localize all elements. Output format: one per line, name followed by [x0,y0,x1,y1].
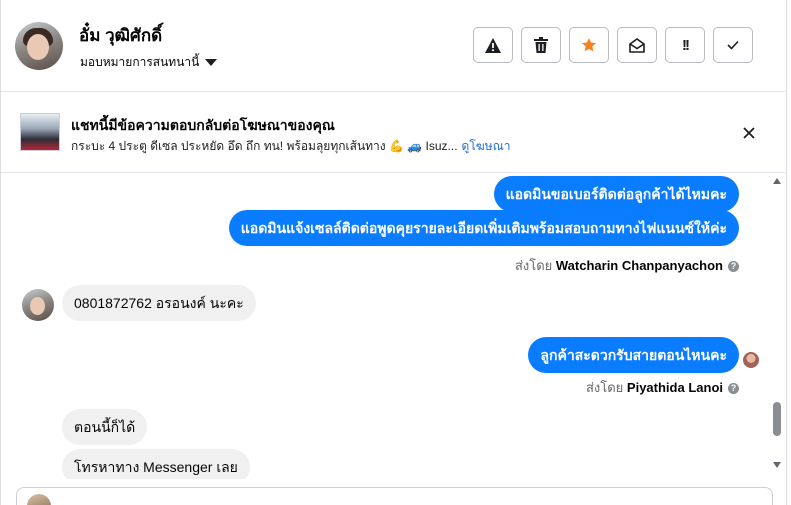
message-bubble-outgoing[interactable]: แอดมินแจ้งเซลล์ติดต่อพูดคุยรายละเอียดเพิ… [228,210,739,246]
sender-name: Watcharin Chanpanyachon [555,258,723,273]
sent-by-prefix: ส่งโดย [585,380,624,395]
scrollbar-thumb[interactable] [773,402,781,436]
thread-toolbar: !! [473,27,753,63]
thread-header: อั๋ม วุฒิศักดิ์ มอบหมายการสนทนานี้ !! [1,0,786,92]
star-icon [582,38,596,52]
delete-button[interactable] [521,27,561,63]
message-bubble-incoming[interactable]: โทรหาทาง Messenger เลย [62,449,250,479]
ad-banner-subtitle: กระบะ 4 ประตู ดีเซล ประหยัด อึด ถึก ทน! … [71,137,510,156]
help-icon[interactable]: ? [728,383,739,394]
page-avatar [27,494,51,505]
scroll-up-arrow-icon[interactable] [773,178,781,184]
report-button[interactable] [473,27,513,63]
envelope-open-icon [629,37,645,53]
contact-avatar[interactable] [15,22,63,70]
message-list: แอดมินขอเบอร์ติดต่อลูกค้าได้ไหมคะ แอดมิน… [1,174,769,479]
star-button[interactable] [569,27,609,63]
ad-banner-title: แชทนี้มีข้อความตอบกลับต่อโฆษณาของคุณ [71,117,335,133]
exclamation-icon: !! [682,36,690,54]
sent-by-label: ส่งโดย Piyathida Lanoi? [586,377,739,398]
sent-by-prefix: ส่งโดย [514,258,553,273]
message-bubble-incoming[interactable]: ตอนนี้ก็ได้ [62,409,148,445]
reply-composer[interactable] [16,487,773,505]
view-ad-link[interactable]: ดูโฆษณา [462,139,511,153]
trash-icon [534,37,548,53]
sender-name: Piyathida Lanoi [626,380,723,395]
mark-important-button[interactable]: !! [665,27,705,63]
checkmark-icon [727,40,739,50]
scroll-down-arrow-icon[interactable] [773,462,781,468]
assign-label: มอบหมายการสนทนานี้ [80,55,200,69]
caret-down-icon [205,59,218,66]
ad-reply-banner: แชทนี้มีข้อความตอบกลับต่อโฆษณาของคุณ กระ… [1,93,786,173]
contact-avatar-small[interactable] [22,289,54,321]
mark-unread-button[interactable] [617,27,657,63]
sent-by-label: ส่งโดย Watcharin Chanpanyachon? [515,255,739,276]
contact-name[interactable]: อั๋ม วุฒิศักดิ์ [79,22,162,49]
message-bubble-outgoing[interactable]: ลูกค้าสะดวกรับสายตอนไหนคะ [528,337,739,373]
close-icon[interactable] [739,123,759,143]
mark-done-button[interactable] [713,27,753,63]
ad-thumbnail[interactable] [20,113,60,151]
assign-conversation-dropdown[interactable]: มอบหมายการสนทนานี้ [80,53,218,72]
message-bubble-outgoing[interactable]: แอดมินขอเบอร์ติดต่อลูกค้าได้ไหมคะ [493,176,739,212]
ad-description: กระบะ 4 ประตู ดีเซล ประหยัด อึด ถึก ทน! … [71,139,458,153]
warning-triangle-icon [485,37,501,53]
seen-avatar [743,352,759,368]
help-icon[interactable]: ? [728,261,739,272]
inbox-thread-panel: อั๋ม วุฒิศักดิ์ มอบหมายการสนทนานี้ !! แช… [0,0,787,505]
message-bubble-incoming[interactable]: 0801872762 อรอนงค์ นะคะ [62,285,256,321]
